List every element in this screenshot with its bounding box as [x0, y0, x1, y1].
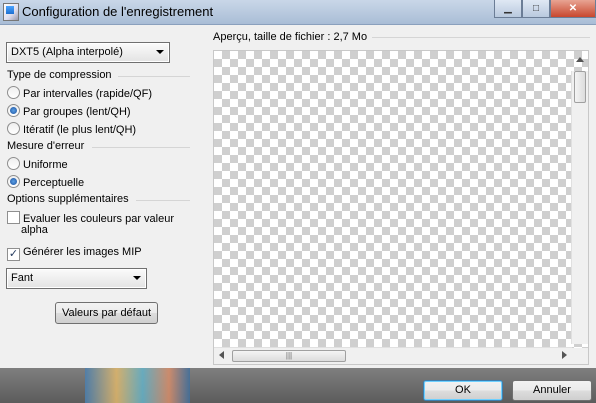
divider	[118, 76, 190, 77]
scroll-right-icon[interactable]	[562, 351, 567, 359]
preview-label: Aperçu, taille de fichier : 2,7 Mo	[213, 31, 368, 43]
checkbox-alpha-weighting[interactable]: Evaluer les couleurs par valeur	[7, 211, 174, 225]
checkmark-icon: ✓	[7, 248, 20, 261]
filter-select-value: Fant	[11, 272, 34, 284]
divider	[372, 37, 590, 38]
compression-group-label: Type de compression	[7, 69, 112, 81]
filter-select[interactable]: Fant	[6, 268, 147, 289]
scrollbar-corner	[572, 348, 588, 364]
format-select[interactable]: DXT5 (Alpha interpolé)	[6, 42, 170, 63]
error-measure-group-label: Mesure d'erreur	[7, 140, 85, 152]
horizontal-scrollbar[interactable]: |||	[214, 347, 572, 364]
radio-selected-icon	[7, 104, 20, 117]
defaults-button[interactable]: Valeurs par défaut	[55, 302, 158, 324]
chevron-down-icon	[133, 276, 141, 280]
ok-button[interactable]: OK	[423, 380, 503, 401]
checkbox-generate-mipmaps[interactable]: ✓ Générer les images MIP	[7, 246, 142, 261]
divider	[136, 200, 190, 201]
radio-icon	[7, 122, 20, 135]
chevron-down-icon	[156, 50, 164, 54]
vertical-scroll-thumb[interactable]	[574, 71, 586, 103]
window-controls: ▁ □ ✕	[494, 0, 596, 18]
preview-area[interactable]: |||	[213, 50, 589, 365]
radio-selected-icon	[7, 175, 20, 188]
vertical-scrollbar[interactable]	[571, 71, 588, 344]
minimize-button[interactable]: ▁	[494, 0, 522, 18]
checkbox-icon	[7, 211, 20, 224]
window-title: Configuration de l'enregistrement	[22, 4, 214, 19]
title-bar: Configuration de l'enregistrement ▁ □ ✕	[0, 0, 596, 25]
close-button[interactable]: ✕	[550, 0, 596, 18]
radio-icon	[7, 157, 20, 170]
radio-compression-range[interactable]: Par intervalles (rapide/QF)	[7, 86, 152, 100]
radio-compression-iterative[interactable]: Itératif (le plus lent/QH)	[7, 122, 136, 136]
horizontal-scroll-thumb[interactable]: |||	[232, 350, 346, 362]
cancel-button[interactable]: Annuler	[512, 380, 592, 401]
app-icon	[3, 3, 19, 21]
maximize-button[interactable]: □	[522, 0, 550, 18]
background-image-strip	[85, 368, 190, 403]
scroll-left-icon[interactable]	[219, 351, 224, 359]
divider	[92, 147, 190, 148]
radio-error-perceptual[interactable]: Perceptuelle	[7, 175, 84, 189]
extra-options-group-label: Options supplémentaires	[7, 193, 129, 205]
radio-icon	[7, 86, 20, 99]
radio-compression-cluster[interactable]: Par groupes (lent/QH)	[7, 104, 131, 118]
scroll-up-icon[interactable]	[576, 57, 584, 62]
checkbox-alpha-weighting-label-cont: alpha	[21, 224, 48, 236]
format-select-value: DXT5 (Alpha interpolé)	[11, 46, 123, 58]
footer-bar	[0, 368, 596, 403]
radio-error-uniform[interactable]: Uniforme	[7, 157, 68, 171]
